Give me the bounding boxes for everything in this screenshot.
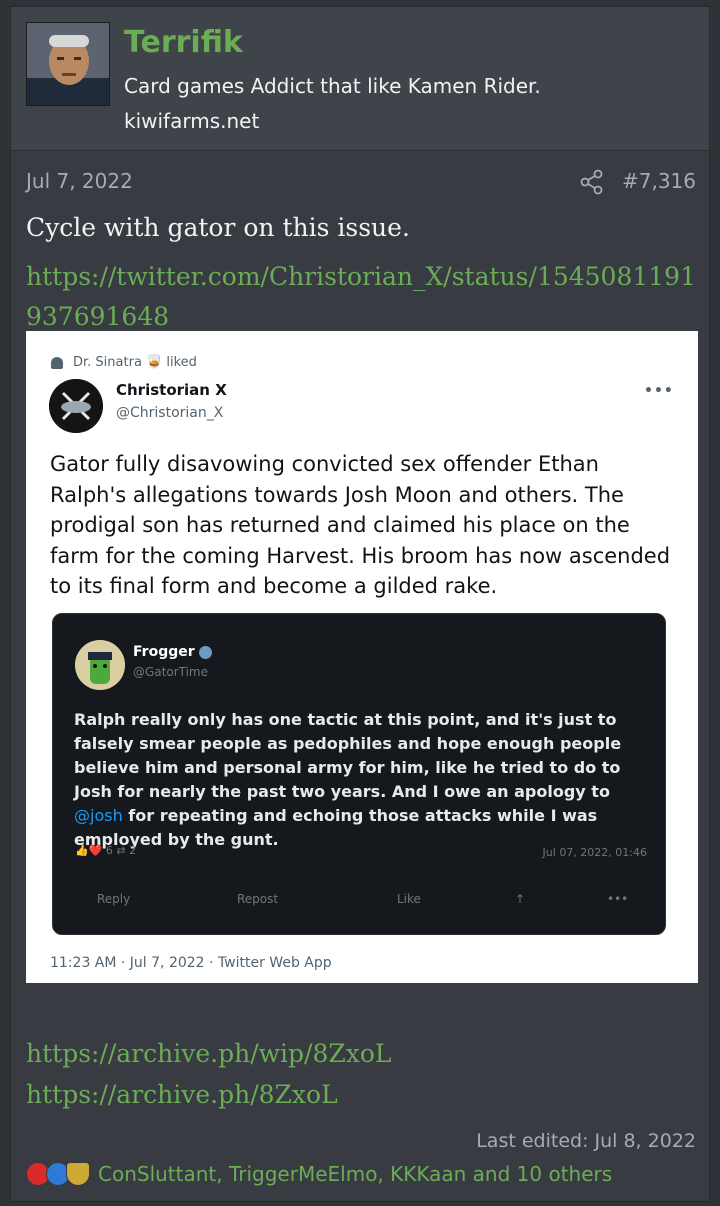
quoted-text-part1: Ralph really only has one tactic at this… (74, 710, 622, 801)
tweet-text: Gator fully disavowing convicted sex off… (50, 452, 671, 598)
quoted-author-name-text: Frogger (133, 644, 195, 660)
post-text: Cycle with gator on this issue. (26, 213, 410, 242)
tweet-footer: 11:23 AM · Jul 7, 2022 · Twitter Web App (50, 955, 332, 971)
archive-link[interactable]: https://archive.ph/8ZxoL (26, 1080, 338, 1109)
quoted-author-avatar (75, 640, 125, 690)
repost-action: Repost (237, 892, 279, 906)
avatar-image (27, 23, 109, 105)
liked-by-row: Dr. Sinatra 🥃 liked (51, 355, 197, 370)
verified-icon (198, 645, 212, 659)
like-action: Like (397, 892, 421, 906)
username[interactable]: Terrifik (124, 25, 243, 60)
quoted-text-part2: for repeating and echoing those attacks … (74, 806, 598, 849)
user-avatar[interactable] (26, 22, 110, 106)
user-site: kiwifarms.net (124, 109, 260, 133)
mention-link: @josh (74, 806, 123, 825)
post-header: Terrifik Card games Addict that like Kam… (11, 7, 709, 151)
archive-wip-link[interactable]: https://archive.ph/wip/8ZxoL (26, 1039, 392, 1068)
tweet-link[interactable]: https://twitter.com/Christorian_X/status… (26, 257, 706, 337)
reply-action: Reply (97, 892, 131, 906)
more-icon: ••• (644, 383, 674, 399)
user-title: Card games Addict that like Kamen Rider. (124, 74, 541, 98)
reactions-bar[interactable]: ConSluttant, TriggerMeElmo, KKKaan and 1… (26, 1158, 612, 1190)
quoted-author-handle: @GatorTime (133, 665, 208, 679)
liked-by-text: Dr. Sinatra 🥃 liked (73, 355, 197, 370)
post-date[interactable]: Jul 7, 2022 (26, 169, 133, 193)
forum-post: Terrifik Card games Addict that like Kam… (10, 6, 710, 1202)
quoted-date: Jul 07, 2022, 01:46 (542, 846, 647, 859)
more-action-icon: ••• (607, 892, 629, 906)
heart-icon (51, 356, 63, 369)
medal-reaction-icon (66, 1162, 90, 1186)
tweet-screenshot: Dr. Sinatra 🥃 liked Christorian X @Chris… (26, 331, 698, 983)
quoted-author-name: Frogger (133, 644, 212, 660)
tweet-author-avatar (49, 379, 103, 433)
post-number[interactable]: #7,316 (622, 169, 696, 193)
share-icon[interactable] (579, 169, 605, 195)
quoted-tweet: Frogger @GatorTime Ralph really only has… (52, 613, 666, 935)
quoted-tweet-text: Ralph really only has one tactic at this… (74, 708, 654, 852)
share-action-icon: ↑ (515, 892, 526, 906)
tweet-author-handle: @Christorian_X (116, 405, 224, 421)
tweet-author-name: Christorian X (116, 381, 227, 399)
post-meta: Jul 7, 2022 #7,316 (11, 151, 709, 207)
reaction-users[interactable]: ConSluttant, TriggerMeElmo, KKKaan and 1… (98, 1162, 612, 1186)
quoted-reactions: 👍❤️ 6 ⇄ 2 (75, 844, 137, 857)
last-edited: Last edited: Jul 8, 2022 (476, 1130, 696, 1152)
